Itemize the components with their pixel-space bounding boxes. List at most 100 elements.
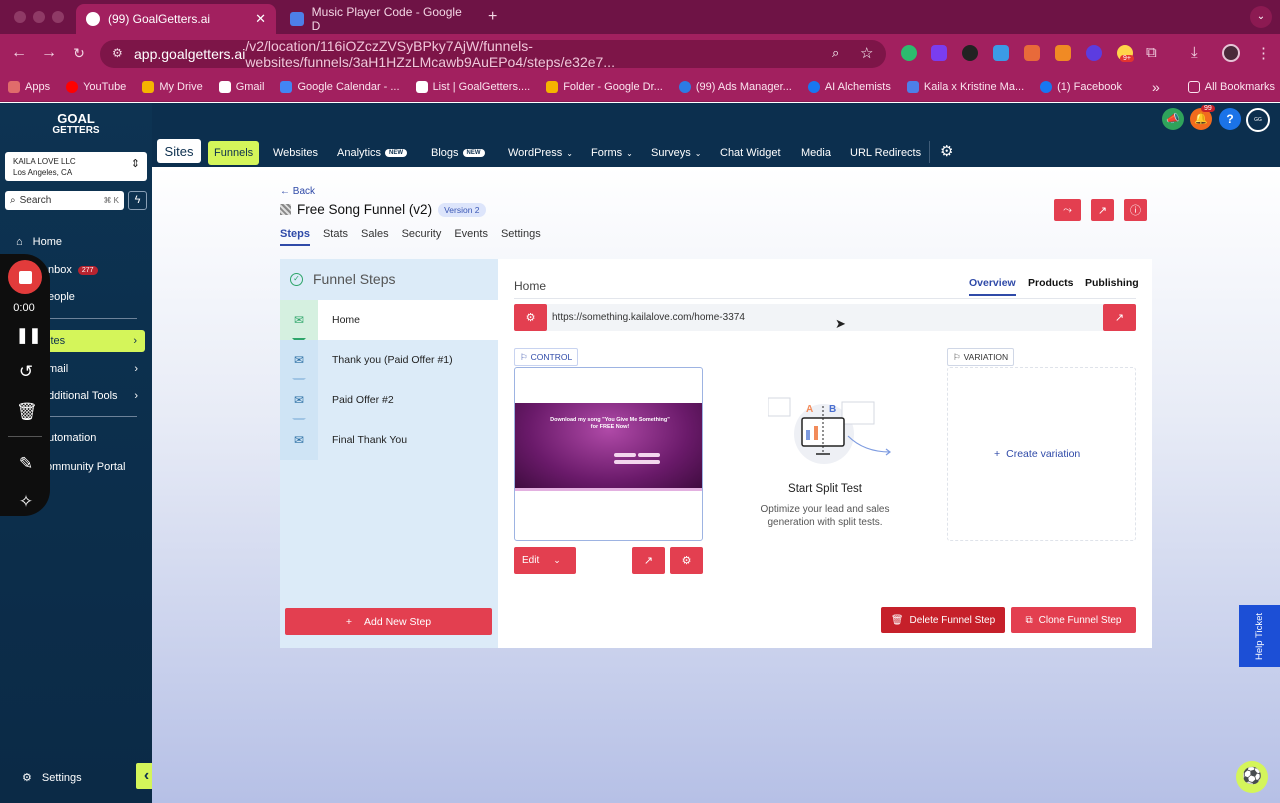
step-item-thank-you[interactable]: ✉ Thank you (Paid Offer #1) [280,340,498,380]
trash-icon[interactable]: 🗑 [16,402,38,422]
tab-events[interactable]: Events [454,228,488,246]
search-input[interactable]: ⌕ Search ⌘ K [5,191,124,210]
clone-funnel-step-button[interactable]: ⧉ Clone Funnel Step [1011,607,1136,633]
share-button[interactable]: ⤳ [1054,199,1081,221]
tab-analytics[interactable]: Analytics NEW [331,141,413,165]
window-close-dot[interactable] [14,11,26,23]
tab-publishing[interactable]: Publishing [1085,277,1139,289]
sidebar-item-settings[interactable]: ⚙ Settings [22,771,82,785]
pause-icon[interactable]: ❚❚ [16,326,41,344]
step-item-final-thank-you[interactable]: ✉ Final Thank You [280,420,498,460]
tab-security[interactable]: Security [402,228,442,246]
url-settings-button[interactable]: ⚙ [514,304,547,331]
extension-dark-icon[interactable] [962,45,978,61]
bookmark-facebook[interactable]: (1) Facebook [1032,80,1130,93]
app-logo[interactable]: GOAL GETTERS [48,112,104,137]
stop-recording-button[interactable] [8,260,42,294]
reload-icon[interactable]: ↻ [64,45,94,62]
browser-tab-goalgetters[interactable]: (99) GoalGetters.ai ✕ [76,4,276,34]
account-switcher[interactable]: KAILA LOVE LLC Los Angeles, CA ⇕ [5,152,147,181]
bookmark-ai-alchemists[interactable]: AI Alchemists [800,80,899,93]
back-link[interactable]: ← Back [280,186,315,197]
extension-blue-icon[interactable] [993,45,1009,61]
restart-icon[interactable]: ↺ [16,362,36,382]
site-info-icon[interactable]: ⚙ [112,46,123,60]
tab-settings[interactable]: Settings [501,228,541,246]
tab-blogs[interactable]: Blogs NEW [425,141,491,165]
profile-avatar[interactable] [1222,44,1240,62]
sidebar-item-additional-tools[interactable]: dditional Tools › [48,390,138,402]
extension-amber-icon[interactable] [1055,45,1071,61]
bookmark-kaila-kristine[interactable]: Kaila x Kristine Ma... [899,80,1032,93]
tab-funnels[interactable]: Funnels [208,141,260,165]
zoom-search-icon[interactable]: ⌕ [832,45,839,61]
sidebar-item-community-portal[interactable]: ommunity Portal [46,461,125,473]
open-url-button[interactable]: ↗ [1103,304,1136,331]
help-icon[interactable]: ? [1219,108,1241,130]
bookmark-folder-drive[interactable]: Folder - Google Dr... [538,80,671,93]
support-chat-icon[interactable]: ⚽ [1236,761,1268,793]
help-ticket-tab[interactable]: Help Ticket [1239,605,1280,667]
back-arrow-icon[interactable]: ← [4,44,34,62]
sites-settings-gear-icon[interactable]: ⚙ [940,142,953,160]
browser-tab-music-player[interactable]: Music Player Code - Google D [280,4,480,34]
sidebar-item-email[interactable]: mail › [48,363,138,375]
window-maximize-dot[interactable] [52,11,64,23]
edit-dropdown-button[interactable]: Edit ⌄ [514,547,576,574]
delete-funnel-step-button[interactable]: 🗑 Delete Funnel Step [881,607,1005,633]
extension-violet-icon[interactable] [1086,45,1102,61]
tab-overview[interactable]: Overview [969,277,1016,296]
bookmark-my-drive[interactable]: My Drive [134,80,210,93]
bookmark-apps[interactable]: Apps [0,80,58,93]
bookmark-ads-manager[interactable]: (99) Ads Manager... [671,80,800,93]
tab-stats[interactable]: Stats [323,228,348,246]
create-variation-button[interactable]: + Create variation [994,448,1080,460]
window-minimize-dot[interactable] [33,11,45,23]
extension-green-icon[interactable] [901,45,917,61]
extensions-puzzle-icon[interactable]: ⧉ [1146,44,1157,61]
new-tab-button[interactable]: + [488,8,497,26]
forward-arrow-icon[interactable]: → [34,44,64,62]
bookmarks-overflow-button[interactable]: » [1144,79,1168,95]
add-new-step-button[interactable]: + Add New Step [285,608,492,635]
preview-settings-button[interactable]: ⚙ [670,547,703,574]
announcement-megaphone-icon[interactable]: 📣 [1162,108,1184,130]
bookmark-google-calendar[interactable]: Google Calendar - ... [272,80,407,93]
tab-surveys[interactable]: Surveys ⌄ [645,141,707,165]
extension-orange-icon[interactable] [1024,45,1040,61]
tab-websites[interactable]: Websites [267,141,324,165]
quick-actions-bolt-icon[interactable]: ϟ [128,191,147,210]
preview-external-button[interactable]: ↗ [632,547,665,574]
tab-chat-widget[interactable]: Chat Widget [714,141,787,165]
effects-wand-icon[interactable]: ✧ [16,492,36,512]
all-bookmarks-button[interactable]: All Bookmarks [1180,80,1280,93]
sidebar-item-inbox[interactable]: nbox 277 [48,264,98,276]
close-tab-icon[interactable]: ✕ [255,11,266,27]
open-external-button[interactable]: ↗ [1091,199,1114,221]
step-item-paid-offer-2[interactable]: ✉ Paid Offer #2 [280,380,498,420]
sidebar-item-people[interactable]: eople [48,291,75,303]
download-icon[interactable]: ⤓ [1191,44,1198,61]
sidebar-item-home[interactable]: ⌂ Home [16,236,62,248]
sidebar-item-automation[interactable]: utomation [48,432,96,444]
sites-header-button[interactable]: Sites [157,139,201,163]
tab-search-chevron-icon[interactable]: ⌄ [1250,6,1272,28]
info-button[interactable]: ⓘ [1124,199,1147,221]
bookmark-star-icon[interactable]: ☆ [860,44,873,62]
tab-products[interactable]: Products [1028,277,1074,289]
more-menu-icon[interactable]: ⋮ [1256,44,1271,62]
tab-media[interactable]: Media [795,141,837,165]
tab-url-redirects[interactable]: URL Redirects [844,141,927,165]
draw-pencil-icon[interactable]: ✎ [16,454,36,474]
tab-steps[interactable]: Steps [280,228,310,246]
step-item-home[interactable]: ✉ Home [280,300,498,340]
bookmark-youtube[interactable]: YouTube [58,80,134,93]
tab-wordpress[interactable]: WordPress ⌄ [502,141,579,165]
address-bar[interactable]: ⚙ app.goalgetters.ai/v2/location/116iOZc… [100,38,886,70]
bookmark-gmail[interactable]: Gmail [211,80,273,93]
tab-forms[interactable]: Forms ⌄ [585,141,639,165]
bookmark-list-goalgetters[interactable]: List | GoalGetters.... [408,80,539,93]
sidebar-item-sites[interactable]: ites › [36,330,145,352]
user-avatar[interactable]: GG [1246,108,1270,132]
extension-purple-icon[interactable] [931,45,947,61]
